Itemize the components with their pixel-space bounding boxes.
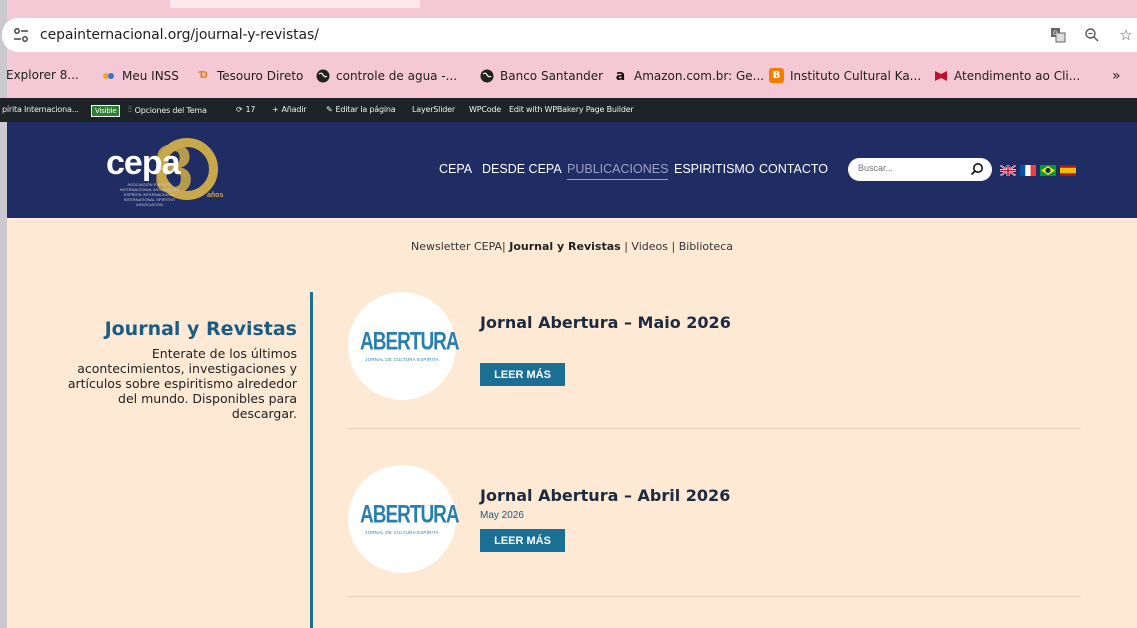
nav-contacto[interactable]: CONTACTO (759, 162, 828, 176)
wp-updates[interactable]: ⟳ 17 (236, 105, 255, 114)
site-header: 8 cepa ASOCIACIÓN ESPÍRITA INTERNACIONAL… (7, 122, 1137, 218)
wp-admin-bar: pírita Internaciona... Visible ⫶⫶ Opcion… (0, 98, 1137, 122)
sidebar-divider (310, 292, 313, 628)
logo-anos: años (207, 192, 224, 199)
bookmark-explorer[interactable]: Explorer 8... (6, 68, 79, 82)
abertura-logo: ABERTURA JORNAL DE CULTURA ESPÍRITA (360, 501, 460, 535)
sidebar-title: Journal y Revistas (104, 318, 297, 340)
address-bar[interactable]: cepainternacional.org/journal-y-revistas… (2, 18, 1137, 52)
bookmark-star-icon[interactable]: ☆ (1115, 24, 1137, 46)
wp-add-new[interactable]: + Añadir (272, 105, 307, 114)
post-thumbnail[interactable]: ABERTURA JORNAL DE CULTURA ESPÍRITA (348, 465, 460, 573)
bookmark-atendimento[interactable]: Atendimento ao Cli... (933, 68, 1080, 83)
wp-visible-badge[interactable]: Visible (91, 105, 121, 117)
cepa-logo[interactable]: 8 cepa ASOCIACIÓN ESPÍRITA INTERNACIONAL… (104, 134, 244, 207)
tesouro-icon: Ɗ (199, 70, 208, 81)
bookmark-instituto-cultural[interactable]: B Instituto Cultural Ka... (769, 68, 921, 83)
post-date: May 2026 (480, 510, 524, 521)
inss-icon (101, 68, 116, 83)
read-more-button[interactable]: LEER MÁS (480, 529, 565, 552)
site-settings-icon[interactable] (12, 26, 30, 44)
read-more-button[interactable]: LEER MÁS (480, 363, 565, 386)
subnav-separator: | (671, 240, 676, 253)
bookmark-banco-santander[interactable]: Banco Santander (479, 68, 603, 83)
uk-flag-icon[interactable] (999, 163, 1017, 177)
sliders-icon: ⫶⫶ (128, 105, 132, 114)
post-title[interactable]: Jornal Abertura – Abril 2026 (480, 486, 730, 505)
publications-subnav: Newsletter CEPA| Journal y Revistas | Vi… (7, 240, 1137, 253)
subnav-newsletter[interactable]: Newsletter CEPA| (411, 240, 506, 253)
nav-publicaciones[interactable]: PUBLICACIONES (567, 162, 669, 180)
logo-subtitle: ASOCIACIÓN ESPÍRITA INTERNACIONAL ASSOCI… (119, 182, 180, 207)
abertura-logo: ABERTURA JORNAL DE CULTURA ESPÍRITA (360, 328, 460, 362)
translate-icon[interactable]: G (1047, 24, 1069, 46)
bookmark-tesouro-direto[interactable]: Ɗ Tesouro Direto (196, 68, 303, 83)
post-divider (348, 596, 1081, 597)
globe-icon (479, 68, 494, 83)
pencil-icon: ✎ (326, 105, 333, 114)
url-text[interactable]: cepainternacional.org/journal-y-revistas… (40, 27, 319, 43)
blogger-icon: B (769, 68, 784, 83)
globe-icon (315, 68, 330, 83)
brazil-flag-icon[interactable] (1040, 163, 1056, 176)
amazon-icon: a (615, 67, 626, 84)
plus-icon: + (272, 105, 279, 114)
wp-layerslider[interactable]: LayerSlider (412, 105, 455, 114)
wp-theme-options[interactable]: ⫶⫶ Opciones del Tema (128, 105, 207, 115)
wp-wpcode[interactable]: WPCode (469, 105, 501, 114)
refresh-icon: ⟳ (236, 105, 243, 114)
subnav-biblioteca[interactable]: Biblioteca (679, 240, 733, 253)
nav-espiritismo[interactable]: ESPIRITISMO (674, 162, 755, 176)
site-search (848, 158, 992, 181)
subnav-journal[interactable]: Journal y Revistas (509, 240, 620, 253)
logo-text: cepa (106, 144, 180, 182)
active-tab[interactable] (170, 0, 420, 8)
window-frame (0, 0, 7, 628)
bookmark-controle-agua[interactable]: controle de agua -... (315, 68, 457, 83)
sidebar-description: Enterate de los últimos acontecimientos,… (67, 346, 297, 421)
bookmarks-overflow-button[interactable]: » (1112, 68, 1121, 84)
spain-flag-icon[interactable] (1060, 163, 1076, 176)
search-input[interactable] (858, 163, 958, 173)
bookmark-meu-inss[interactable]: Meu INSS (101, 68, 179, 83)
search-icon[interactable] (970, 162, 984, 176)
subnav-separator: | (624, 240, 628, 253)
wp-wpbakery[interactable]: Edit with WPBakery Page Builder (509, 105, 634, 114)
wp-edit-page[interactable]: ✎ Editar la página (326, 105, 396, 114)
subnav-videos[interactable]: Videos (631, 240, 668, 253)
svg-text:G: G (1053, 31, 1058, 37)
language-flags (999, 163, 1076, 177)
post-title[interactable]: Jornal Abertura – Maio 2026 (480, 313, 731, 332)
bookmark-amazon[interactable]: a Amazon.com.br: Ge... (613, 67, 764, 84)
main-content: Newsletter CEPA| Journal y Revistas | Vi… (7, 218, 1137, 628)
nav-desde-cepa[interactable]: DESDE CEPA (482, 162, 562, 176)
bookmarks-bar: Explorer 8... Meu INSS Ɗ Tesouro Direto … (0, 58, 1137, 94)
zoom-icon[interactable] (1081, 24, 1103, 46)
post-divider (348, 428, 1081, 429)
mcafee-icon (933, 68, 948, 83)
france-flag-icon[interactable] (1020, 163, 1036, 176)
post-thumbnail[interactable]: ABERTURA JORNAL DE CULTURA ESPÍRITA (348, 292, 460, 400)
wp-site-name[interactable]: pírita Internaciona... (2, 105, 79, 114)
nav-cepa[interactable]: CEPA (439, 162, 472, 176)
